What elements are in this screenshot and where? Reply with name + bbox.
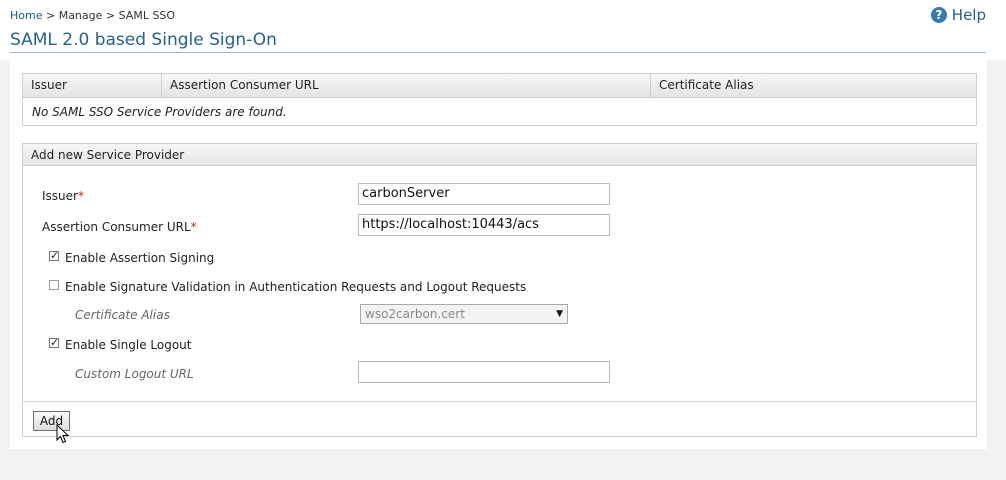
empty-table-message: No SAML SSO Service Providers are found. — [32, 105, 287, 119]
issuer-label-text: Issuer — [42, 189, 78, 203]
breadcrumb-home-link[interactable]: Home — [10, 9, 42, 22]
custom-logout-url-label: Custom Logout URL — [75, 367, 194, 381]
column-header-issuer: Issuer — [23, 74, 162, 97]
certificate-alias-select[interactable]: wso2carbon.cert ▼ — [360, 304, 568, 324]
enable-signature-validation-checkbox[interactable] — [49, 280, 59, 290]
column-header-acs-url: Assertion Consumer URL — [162, 74, 651, 97]
service-providers-table: Issuer Assertion Consumer URL Certificat… — [22, 73, 977, 126]
help-circle-icon: ? — [930, 7, 947, 23]
enable-signature-validation-label: Enable Signature Validation in Authentic… — [65, 280, 527, 294]
title-divider — [10, 52, 986, 53]
acs-url-label-text: Assertion Consumer URL — [42, 220, 191, 234]
add-service-provider-form: Add new Service Provider Issuer* carbonS… — [22, 143, 977, 437]
issuer-input[interactable]: carbonServer — [358, 183, 610, 205]
breadcrumb-separator: > — [102, 9, 119, 22]
acs-url-input[interactable]: https://localhost:10443/acs — [358, 214, 610, 236]
breadcrumb-separator: > — [42, 9, 59, 22]
breadcrumb-current: SAML SSO — [118, 9, 176, 22]
page: Home > Manage > SAML SSO ? Help SAML 2.0… — [0, 0, 1006, 480]
chevron-down-icon: ▼ — [556, 309, 563, 319]
custom-logout-url-input[interactable] — [358, 361, 610, 383]
breadcrumb: Home > Manage > SAML SSO — [10, 9, 175, 22]
enable-single-logout-label: Enable Single Logout — [65, 338, 192, 352]
form-title: Add new Service Provider — [23, 144, 976, 166]
check-icon: ✓ — [50, 249, 60, 262]
table-header-row: Issuer Assertion Consumer URL Certificat… — [23, 74, 976, 98]
required-marker: * — [190, 220, 197, 234]
certificate-alias-selected: wso2carbon.cert — [365, 307, 465, 321]
form-footer-divider — [23, 401, 976, 402]
mouse-pointer-icon — [56, 424, 70, 444]
header: Home > Manage > SAML SSO ? Help SAML 2.0… — [0, 0, 1006, 60]
acs-url-label: Assertion Consumer URL* — [42, 220, 197, 234]
enable-assertion-signing-label: Enable Assertion Signing — [65, 251, 215, 265]
certificate-alias-label: Certificate Alias — [75, 308, 170, 322]
required-marker: * — [77, 189, 84, 203]
issuer-label: Issuer* — [42, 189, 84, 203]
help-label: Help — [951, 6, 986, 24]
column-header-certificate-alias: Certificate Alias — [659, 78, 754, 92]
enable-assertion-signing-checkbox[interactable]: ✓ — [49, 249, 60, 262]
help-link[interactable]: ? Help — [930, 6, 986, 24]
check-icon: ✓ — [50, 336, 60, 349]
breadcrumb-manage: Manage — [58, 9, 103, 22]
page-title: SAML 2.0 based Single Sign-On — [10, 30, 277, 50]
enable-single-logout-checkbox[interactable]: ✓ — [49, 336, 60, 349]
